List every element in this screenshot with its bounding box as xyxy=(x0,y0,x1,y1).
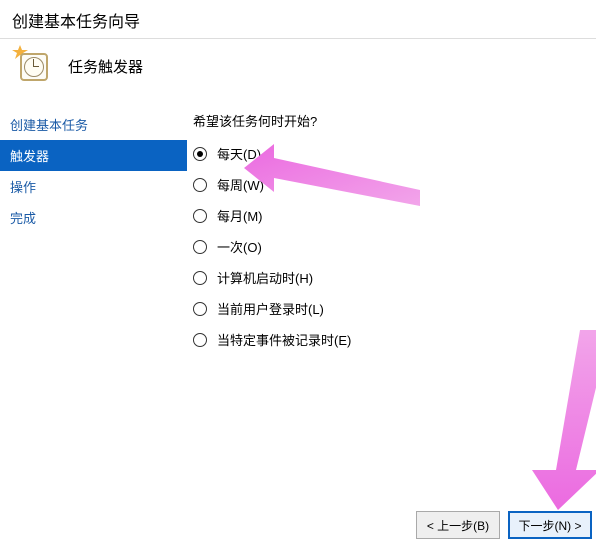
option-at-startup[interactable]: 计算机启动时(H) xyxy=(193,268,351,287)
option-label: 每月(M) xyxy=(217,206,263,225)
radio-icon xyxy=(193,302,207,316)
wizard-sidebar: 创建基本任务 触发器 操作 完成 xyxy=(0,103,187,361)
option-daily[interactable]: 每天(D) xyxy=(193,144,351,163)
sidebar-item-finish[interactable]: 完成 xyxy=(0,202,187,233)
sidebar-item-label: 触发器 xyxy=(10,149,49,164)
option-weekly[interactable]: 每周(W) xyxy=(193,175,351,194)
back-button[interactable]: < 上一步(B) xyxy=(416,511,500,539)
window-title: 创建基本任务向导 xyxy=(12,14,140,31)
sidebar-item-label: 完成 xyxy=(10,211,36,226)
sidebar-item-action[interactable]: 操作 xyxy=(0,171,187,202)
wizard-subheader: 任务触发器 xyxy=(0,39,596,103)
sidebar-item-create-task[interactable]: 创建基本任务 xyxy=(0,109,187,140)
sidebar-item-label: 创建基本任务 xyxy=(10,118,88,133)
radio-icon xyxy=(193,271,207,285)
option-label: 当特定事件被记录时(E) xyxy=(217,330,351,349)
wizard-main: 希望该任务何时开始? 每天(D) 每周(W) 每月(M) 一次(O) 计算机启动… xyxy=(187,103,351,361)
radio-icon xyxy=(193,333,207,347)
radio-icon xyxy=(193,178,207,192)
option-label: 一次(O) xyxy=(217,237,262,256)
option-monthly[interactable]: 每月(M) xyxy=(193,206,351,225)
trigger-question: 希望该任务何时开始? xyxy=(193,111,351,130)
option-on-event[interactable]: 当特定事件被记录时(E) xyxy=(193,330,351,349)
option-at-logon[interactable]: 当前用户登录时(L) xyxy=(193,299,351,318)
option-label: 计算机启动时(H) xyxy=(217,268,313,287)
option-label: 每天(D) xyxy=(217,144,261,163)
sidebar-item-trigger[interactable]: 触发器 xyxy=(0,140,187,171)
radio-icon xyxy=(193,209,207,223)
option-label: 每周(W) xyxy=(217,175,264,194)
next-button[interactable]: 下一步(N) > xyxy=(508,511,592,539)
option-label: 当前用户登录时(L) xyxy=(217,299,324,318)
sidebar-item-label: 操作 xyxy=(10,180,36,195)
scheduler-clock-icon xyxy=(16,49,50,83)
section-title: 任务触发器 xyxy=(68,56,143,77)
radio-icon xyxy=(193,147,207,161)
radio-icon xyxy=(193,240,207,254)
wizard-footer: < 上一步(B) 下一步(N) > xyxy=(416,511,596,539)
wizard-header: 创建基本任务向导 xyxy=(0,0,596,39)
option-once[interactable]: 一次(O) xyxy=(193,237,351,256)
